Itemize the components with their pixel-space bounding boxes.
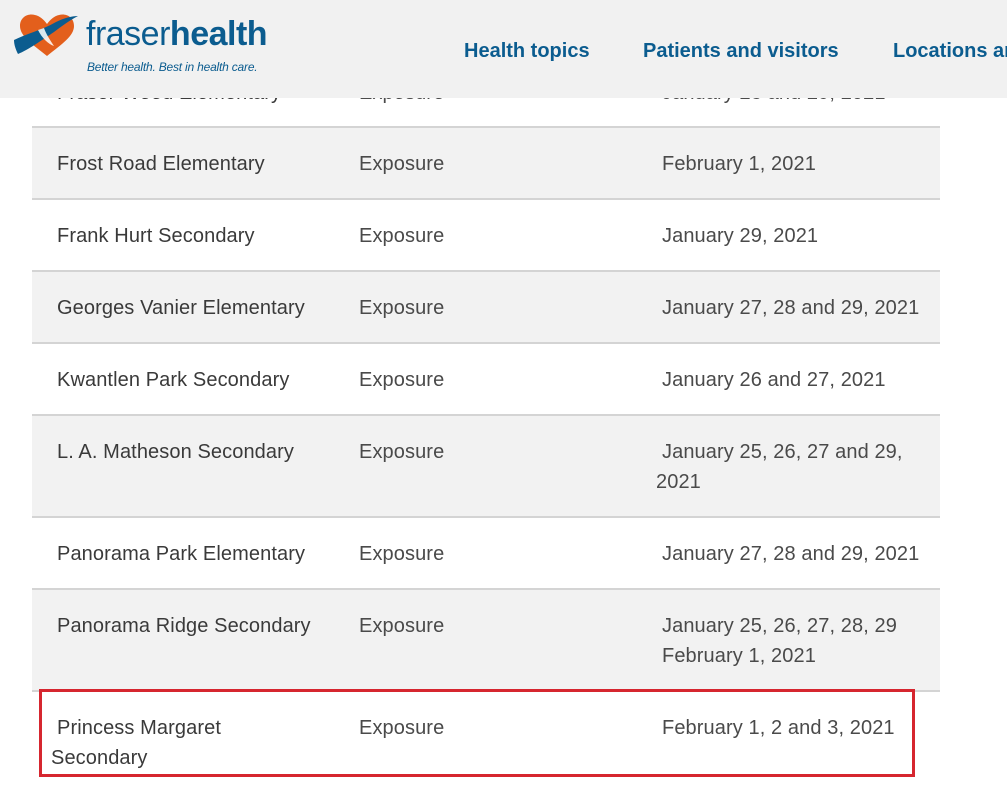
exposure-dates: February 1, 2021 [662, 153, 816, 175]
table-row: Panorama Ridge Secondary Exposure Januar… [32, 590, 940, 692]
exposure-dates-line2: February 1, 2021 [662, 645, 816, 667]
exposure-type: Exposure [359, 153, 445, 175]
exposure-dates-line2: 2021 [656, 471, 701, 493]
brand-name[interactable]: fraserhealth [86, 14, 268, 54]
exposure-type: Exposure [359, 441, 445, 463]
exposure-type: Exposure [359, 369, 445, 391]
site-header: fraserhealth Better health. Best in heal… [0, 0, 1007, 98]
exposure-dates-line1: January 25, 26, 27, 28, 29 [662, 615, 897, 637]
nav-patients-and-visitors[interactable]: Patients and visitors [643, 40, 839, 63]
school-name: Frank Hurt Secondary [57, 225, 255, 247]
exposure-dates: January 27, 28 and 29, 2021 [662, 543, 920, 565]
brand-name-bold: health [169, 15, 268, 53]
exposure-dates: January 27, 28 and 29, 2021 [662, 297, 920, 319]
school-exposures-table: Fraser Wood Elementary Exposure January … [32, 56, 940, 796]
school-name: Frost Road Elementary [57, 153, 265, 175]
exposure-type: Exposure [359, 225, 445, 247]
school-name: L. A. Matheson Secondary [57, 441, 294, 463]
brand-name-light: fraser [86, 15, 170, 53]
exposure-type: Exposure [359, 615, 445, 637]
table-row: Georges Vanier Elementary Exposure Janua… [32, 272, 940, 344]
school-name: Panorama Park Elementary [57, 543, 306, 565]
exposure-dates: January 29, 2021 [662, 225, 819, 247]
table-row: Kwantlen Park Secondary Exposure January… [32, 344, 940, 416]
table-row: Frost Road Elementary Exposure February … [32, 128, 940, 200]
highlight-annotation-box [39, 689, 915, 777]
nav-health-topics[interactable]: Health topics [464, 40, 590, 63]
table-row: Panorama Park Elementary Exposure Januar… [32, 518, 940, 590]
exposure-type: Exposure [359, 297, 445, 319]
school-name: Kwantlen Park Secondary [57, 369, 290, 391]
exposure-dates: January 26 and 27, 2021 [662, 369, 886, 391]
exposure-type: Exposure [359, 543, 445, 565]
exposure-dates-line1: January 25, 26, 27 and 29, [662, 441, 903, 463]
table-row: Frank Hurt Secondary Exposure January 29… [32, 200, 940, 272]
school-name: Georges Vanier Elementary [57, 297, 305, 319]
nav-locations[interactable]: Locations ar [893, 40, 1007, 63]
table-row: L. A. Matheson Secondary Exposure Januar… [32, 416, 940, 518]
fraserhealth-logo-icon[interactable] [12, 10, 82, 65]
school-name: Panorama Ridge Secondary [57, 615, 311, 637]
brand-tagline: Better health. Best in health care. [87, 60, 258, 74]
